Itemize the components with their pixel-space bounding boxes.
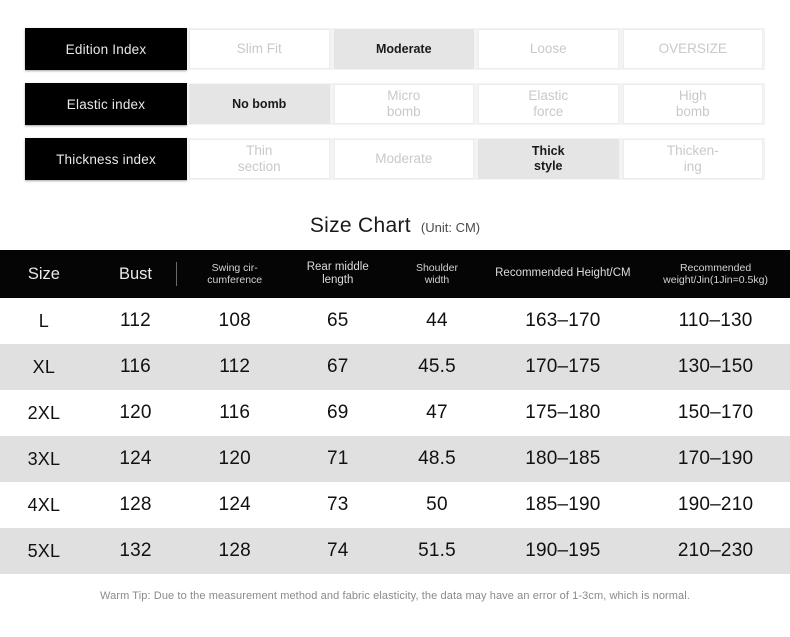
measurement-cell: 210–230 — [641, 528, 790, 574]
measurement-cell: 48.5 — [389, 436, 485, 482]
measurement-cell: 65 — [286, 298, 390, 344]
measurement-cell: 116 — [87, 344, 184, 390]
index-row: Elastic index No bomb Micro bomb Elastic fo… — [25, 83, 765, 125]
measurement-cell: 170–190 — [641, 436, 790, 482]
measurement-cell: 45.5 — [389, 344, 485, 390]
index-option[interactable]: Slim Fit — [189, 29, 330, 69]
size-cell: L — [0, 298, 88, 344]
size-cell: 2XL — [0, 390, 88, 436]
measurement-cell: 124 — [183, 482, 287, 528]
index-option-group: No bomb Micro bomb Elastic force High bomb — [187, 83, 765, 125]
column-header: Recommended Height/CM — [484, 250, 642, 298]
measurement-cell: 128 — [183, 528, 287, 574]
index-row-label: Elastic index — [25, 83, 187, 125]
table-body: L 112 108 65 44 163–170 110–130 XL 116 112 67 45.5 1… — [0, 298, 790, 574]
unit-label: (Unit: CM) — [420, 220, 481, 235]
size-cell: 4XL — [0, 482, 88, 528]
index-row-label: Edition Index — [25, 28, 187, 70]
column-header: Bust — [87, 250, 184, 298]
size-cell: XL — [0, 344, 88, 390]
measurement-cell: 112 — [183, 344, 287, 390]
measurement-cell: 67 — [286, 344, 390, 390]
measurement-cell: 47 — [389, 390, 485, 436]
table-row: 3XL 124 120 71 48.5 180–185 170–190 — [0, 436, 790, 482]
measurement-cell: 69 — [286, 390, 390, 436]
size-chart-heading: Size Chart (Unit: CM) — [0, 202, 790, 238]
measurement-cell: 190–195 — [484, 528, 642, 574]
column-header: Recommended weight/Jin(1Jin=0.5kg) — [641, 250, 790, 298]
index-option[interactable]: High bomb — [622, 84, 763, 124]
measurement-cell: 150–170 — [641, 390, 790, 436]
index-option[interactable]: Moderate — [333, 139, 474, 179]
index-option-selected[interactable]: Moderate — [333, 29, 474, 69]
index-section: Edition Index Slim Fit Moderate Loose OVERSI… — [0, 0, 790, 180]
column-header: Swing cir- cumference — [183, 250, 287, 298]
size-cell: 5XL — [0, 528, 88, 574]
index-option[interactable]: Elastic force — [478, 84, 619, 124]
index-option-selected[interactable]: No bomb — [189, 84, 330, 124]
measurement-cell: 50 — [389, 482, 485, 528]
header-divider — [176, 262, 178, 286]
index-option[interactable]: Thicken- ing — [622, 139, 763, 179]
measurement-cell: 110–130 — [641, 298, 790, 344]
index-option[interactable]: Thin section — [189, 139, 330, 179]
column-header: Size — [0, 250, 88, 298]
table-header: Size Bust Swing cir- cumference Rear middle… — [0, 250, 790, 298]
measurement-cell: 116 — [183, 390, 287, 436]
table-row: XL 116 112 67 45.5 170–175 130–150 — [0, 344, 790, 390]
measurement-cell: 51.5 — [389, 528, 485, 574]
table-row: 2XL 120 116 69 47 175–180 150–170 — [0, 390, 790, 436]
measurement-cell: 112 — [87, 298, 184, 344]
measurement-cell: 170–175 — [484, 344, 642, 390]
warm-tip-note: Warm Tip: Due to the measurement method … — [100, 590, 690, 602]
measurement-cell: 124 — [87, 436, 184, 482]
measurement-cell: 130–150 — [641, 344, 790, 390]
size-cell: 3XL — [0, 436, 88, 482]
table-row: L 112 108 65 44 163–170 110–130 — [0, 298, 790, 344]
measurement-cell: 185–190 — [484, 482, 642, 528]
size-chart-table: Size Bust Swing cir- cumference Rear middle… — [0, 250, 790, 574]
index-option-selected[interactable]: Thick style — [478, 139, 619, 179]
index-option[interactable]: Micro bomb — [333, 84, 474, 124]
measurement-cell: 175–180 — [484, 390, 642, 436]
measurement-cell: 120 — [183, 436, 287, 482]
index-row: Thickness index Thin section Moderate Thick… — [25, 138, 765, 180]
column-header: Rear middle length — [286, 250, 390, 298]
index-option[interactable]: Loose — [478, 29, 619, 69]
index-row-label: Thickness index — [25, 138, 187, 180]
measurement-cell: 74 — [286, 528, 390, 574]
column-header: Shoulder width — [389, 250, 485, 298]
measurement-cell: 132 — [87, 528, 184, 574]
measurement-cell: 128 — [87, 482, 184, 528]
page-title: Size Chart — [309, 214, 411, 237]
table-row: 5XL 132 128 74 51.5 190–195 210–230 — [0, 528, 790, 574]
table-row: 4XL 128 124 73 50 185–190 190–210 — [0, 482, 790, 528]
index-row: Edition Index Slim Fit Moderate Loose OVERSI… — [25, 28, 765, 70]
measurement-cell: 163–170 — [484, 298, 642, 344]
measurement-cell: 108 — [183, 298, 287, 344]
measurement-cell: 190–210 — [641, 482, 790, 528]
measurement-cell: 180–185 — [484, 436, 642, 482]
index-option-group: Thin section Moderate Thick style Thicken- … — [187, 138, 765, 180]
measurement-cell: 71 — [286, 436, 390, 482]
measurement-cell: 44 — [389, 298, 485, 344]
measurement-cell: 120 — [87, 390, 184, 436]
measurement-cell: 73 — [286, 482, 390, 528]
index-option-group: Slim Fit Moderate Loose OVERSIZE — [187, 28, 765, 70]
index-option[interactable]: OVERSIZE — [622, 29, 763, 69]
table-header-row: Size Bust Swing cir- cumference Rear middle… — [0, 250, 790, 298]
